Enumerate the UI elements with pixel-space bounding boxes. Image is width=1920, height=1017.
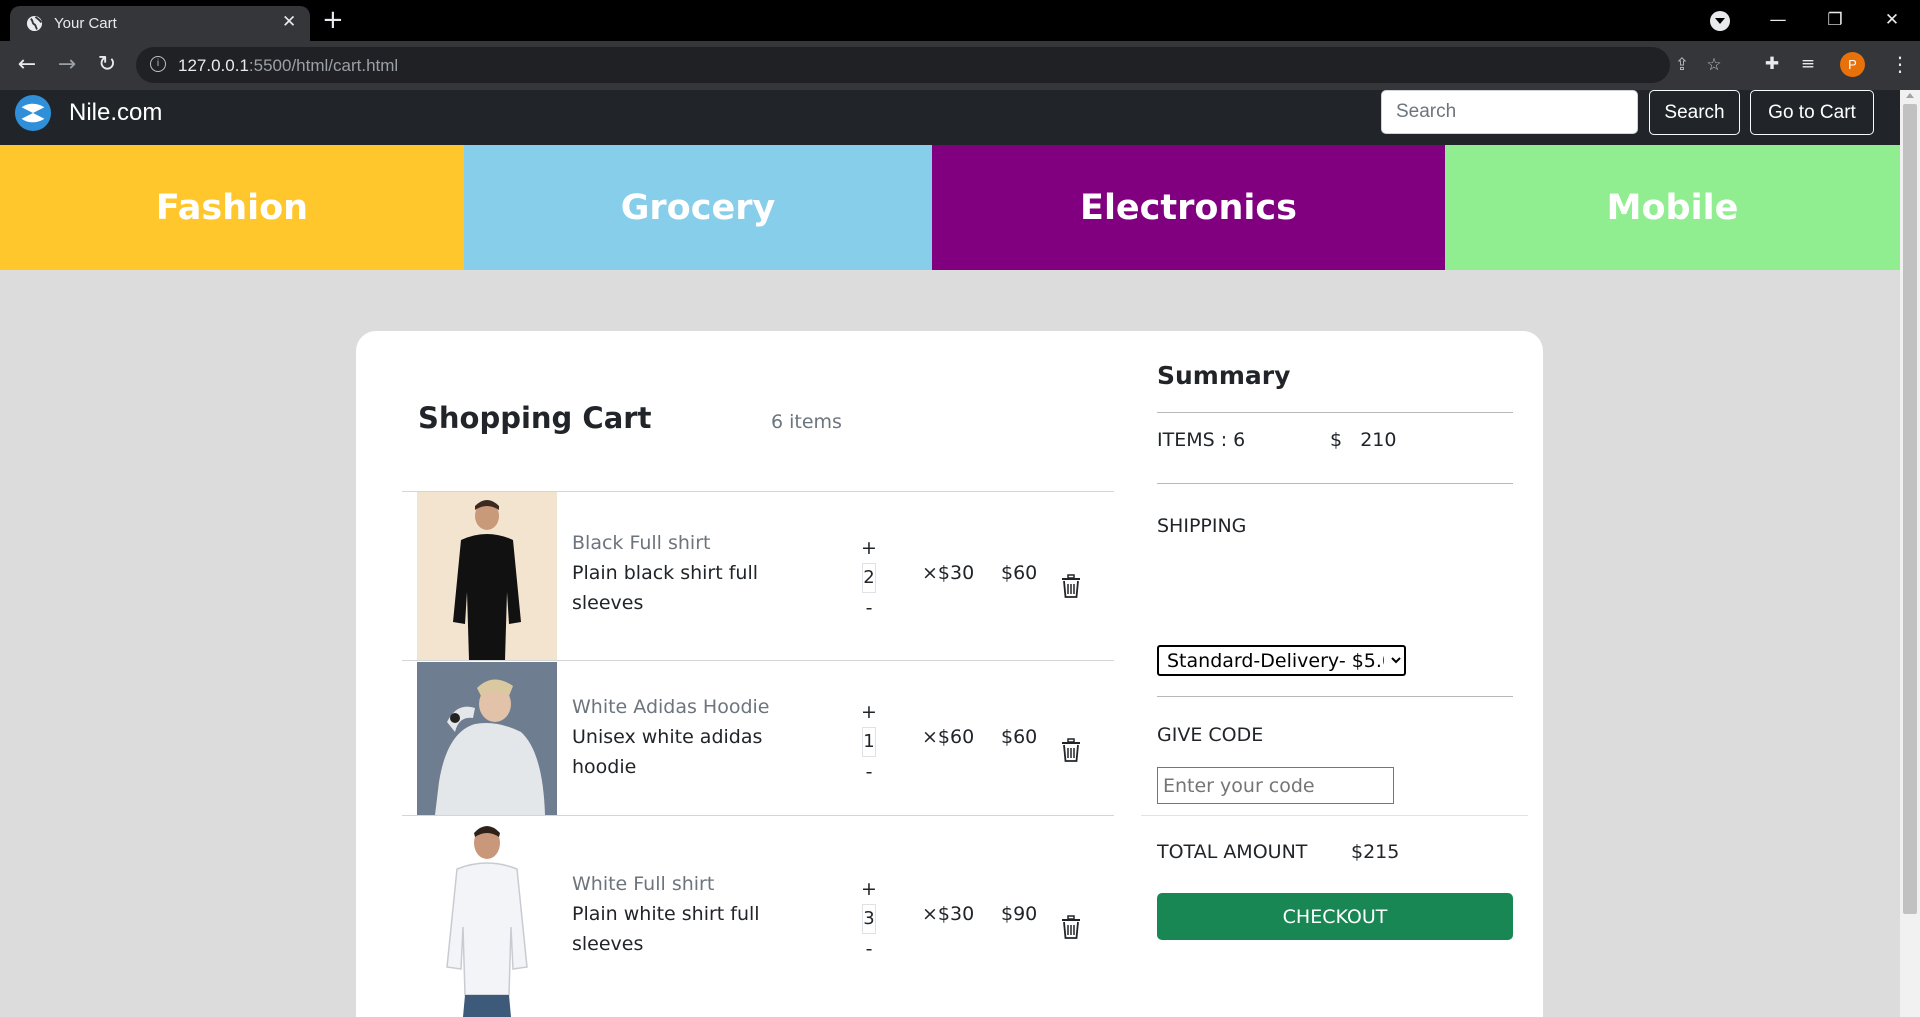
cart-row: White Adidas Hoodie Unisex white adidas …: [402, 662, 1114, 815]
category-bar: Fashion Grocery Electronics Mobile: [0, 145, 1900, 270]
page-scrollbar[interactable]: [1900, 90, 1920, 1017]
divider: [1157, 483, 1513, 484]
total-amount-label: TOTAL AMOUNT: [1157, 841, 1308, 863]
promo-code-label: GIVE CODE: [1157, 724, 1264, 746]
close-tab-icon[interactable]: ✕: [282, 14, 296, 31]
qty-increase-button[interactable]: +: [857, 874, 881, 904]
cart-card: Shopping Cart 6 items Black Full shirt P…: [356, 331, 1543, 1017]
scrollbar-thumb[interactable]: [1903, 104, 1917, 914]
qty-decrease-button[interactable]: -: [857, 757, 881, 787]
product-name: Plain white shirt full sleeves: [572, 903, 760, 955]
profile-avatar[interactable]: P: [1840, 52, 1865, 77]
divider: [1157, 412, 1513, 413]
category-mobile[interactable]: Mobile: [1445, 145, 1900, 270]
quantity-stepper: + 1 -: [857, 697, 881, 787]
shipping-select[interactable]: Standard-Delivery- $5.00: [1157, 645, 1406, 676]
tab-search-icon[interactable]: [1710, 11, 1730, 31]
line-total: $90: [1001, 903, 1038, 925]
qty-value[interactable]: 2: [862, 563, 876, 593]
browser-menu-icon[interactable]: ⋮: [1890, 50, 1910, 78]
promo-code-input[interactable]: [1157, 767, 1394, 804]
url-host: 127.0.0.1: [178, 56, 249, 75]
site-info-icon[interactable]: i: [150, 56, 166, 72]
reload-icon[interactable]: ↻: [94, 53, 120, 79]
address-bar: ← → ↻ i 127.0.0.1:5500/html/cart.html ⇪ …: [0, 41, 1920, 90]
close-window-icon[interactable]: ✕: [1862, 0, 1920, 41]
restore-icon[interactable]: ❐: [1805, 0, 1865, 41]
trash-icon[interactable]: [1060, 738, 1082, 762]
globe-icon: [26, 15, 43, 32]
trash-icon[interactable]: [1060, 915, 1082, 939]
new-tab-icon[interactable]: +: [322, 6, 344, 34]
divider: [1157, 696, 1513, 697]
media-queue-icon[interactable]: ≡: [1797, 53, 1819, 75]
product-category[interactable]: White Adidas Hoodie: [572, 696, 770, 718]
line-total: $60: [1001, 726, 1038, 748]
product-category[interactable]: White Full shirt: [572, 873, 714, 895]
search-button[interactable]: Search: [1649, 90, 1740, 135]
back-icon[interactable]: ←: [14, 53, 40, 79]
url-path: :5500/html/cart.html: [248, 56, 399, 75]
share-icon[interactable]: ⇪: [1672, 55, 1692, 75]
url-text: 127.0.0.1:5500/html/cart.html: [178, 56, 398, 76]
cart-row: Black Full shirt Plain black shirt full …: [402, 492, 1114, 660]
page-viewport: Nile.com Search Go to Cart Fashion Groce…: [0, 90, 1900, 1017]
qty-value[interactable]: 3: [862, 904, 876, 934]
summary-items-amount: $ 210: [1330, 429, 1397, 451]
unit-price: ×$30: [922, 903, 975, 925]
brand-logo-icon[interactable]: [14, 94, 52, 132]
browser-tab-strip: Your Cart ✕ + — ❐ ✕: [0, 0, 1920, 41]
category-grocery[interactable]: Grocery: [464, 145, 932, 270]
unit-price: ×$60: [922, 726, 975, 748]
browser-tab[interactable]: Your Cart ✕: [10, 6, 310, 41]
product-category[interactable]: Black Full shirt: [572, 532, 710, 554]
checkout-button[interactable]: CHECKOUT: [1157, 893, 1513, 940]
product-image-white-hoodie[interactable]: [417, 662, 557, 815]
unit-price: ×$30: [922, 562, 975, 584]
brand-name[interactable]: Nile.com: [69, 96, 162, 130]
qty-increase-button[interactable]: +: [857, 697, 881, 727]
cart-item-count: 6 items: [771, 411, 842, 433]
qty-value[interactable]: 1: [862, 727, 876, 757]
quantity-stepper: + 3 -: [857, 874, 881, 964]
site-navbar: Nile.com Search Go to Cart: [0, 90, 1900, 145]
shipping-label: SHIPPING: [1157, 515, 1247, 537]
total-amount-value: $215: [1351, 841, 1400, 863]
product-image-black-shirt[interactable]: [417, 492, 557, 660]
cart-title: Shopping Cart: [418, 401, 652, 435]
qty-increase-button[interactable]: +: [857, 533, 881, 563]
category-fashion[interactable]: Fashion: [0, 145, 464, 270]
tab-title: Your Cart: [54, 15, 117, 32]
line-total: $60: [1001, 562, 1038, 584]
qty-decrease-button[interactable]: -: [857, 934, 881, 964]
summary-items-label: ITEMS : 6: [1157, 429, 1246, 451]
divider: [402, 815, 1114, 816]
category-electronics[interactable]: Electronics: [932, 145, 1445, 270]
divider: [1141, 815, 1528, 816]
search-input[interactable]: [1381, 90, 1638, 134]
go-to-cart-button[interactable]: Go to Cart: [1750, 90, 1874, 135]
product-image-white-shirt[interactable]: [417, 817, 557, 1017]
minimize-icon[interactable]: —: [1748, 0, 1808, 41]
scroll-up-icon[interactable]: [1906, 93, 1914, 98]
bookmark-star-icon[interactable]: ☆: [1704, 55, 1724, 75]
cart-row: White Full shirt Plain white shirt full …: [402, 817, 1114, 1017]
summary-title: Summary: [1157, 361, 1291, 390]
divider: [402, 660, 1114, 661]
url-field[interactable]: i 127.0.0.1:5500/html/cart.html ⇪ ☆: [136, 47, 1722, 83]
product-name: Plain black shirt full sleeves: [572, 562, 759, 614]
qty-decrease-button[interactable]: -: [857, 593, 881, 623]
forward-icon[interactable]: →: [54, 53, 80, 79]
product-name: Unisex white adidas hoodie: [572, 726, 763, 778]
trash-icon[interactable]: [1060, 574, 1082, 598]
extensions-puzzle-icon[interactable]: ✚: [1761, 53, 1783, 75]
quantity-stepper: + 2 -: [857, 533, 881, 623]
